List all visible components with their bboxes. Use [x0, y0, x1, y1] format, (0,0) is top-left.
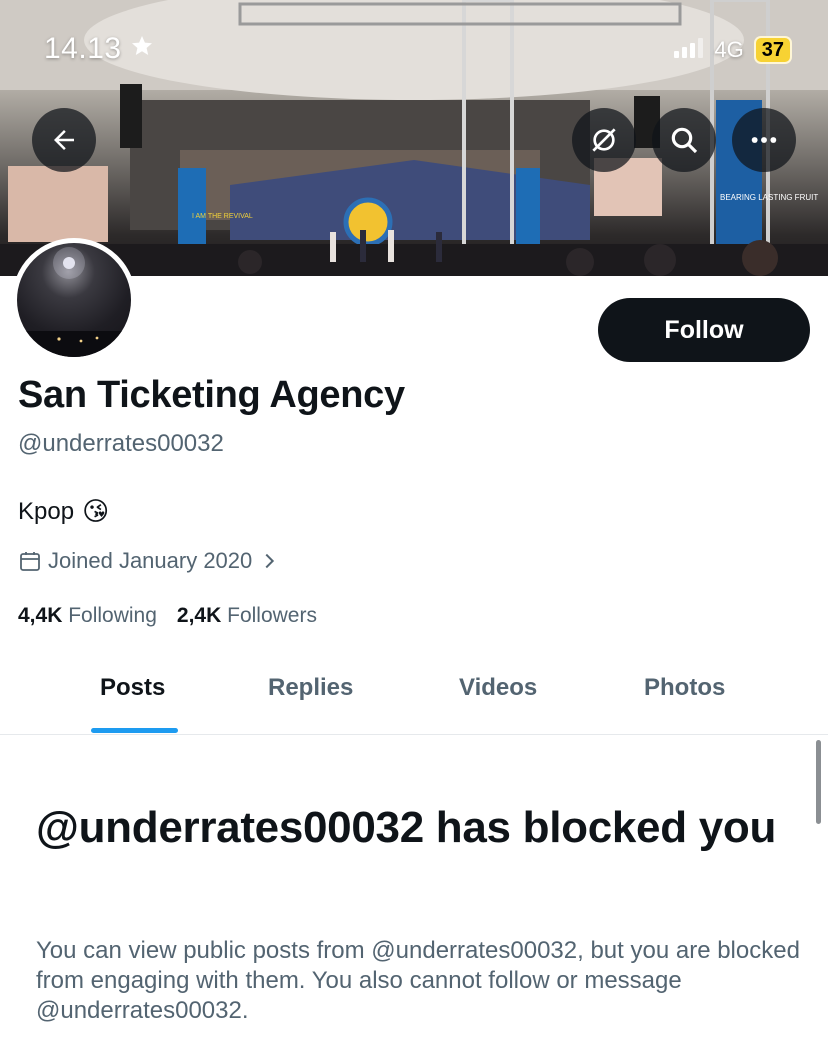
active-tab-indicator [91, 728, 178, 733]
search-button[interactable] [652, 108, 716, 172]
status-time: 14.13 [44, 32, 154, 66]
banner-sign-right: BEARING LASTING FRUIT [720, 193, 818, 202]
status-indicators: 4G 37 [674, 36, 792, 64]
tab-replies[interactable]: Replies [268, 674, 353, 702]
follow-button[interactable]: Follow [598, 298, 810, 362]
blocked-title: @underrates00032 has blocked you [36, 803, 777, 852]
scrollbar[interactable] [816, 740, 821, 824]
network-type: 4G [714, 37, 744, 62]
search-icon [671, 127, 698, 154]
profile-tabs: Posts Replies Videos Photos [0, 656, 828, 735]
tab-photos[interactable]: Photos [644, 674, 725, 702]
avatar-image [17, 247, 131, 357]
calendar-icon [20, 552, 40, 571]
joined-date[interactable]: Joined January 2020 [18, 548, 280, 574]
battery-level: 37 [753, 36, 792, 64]
tab-posts[interactable]: Posts [100, 674, 165, 702]
follow-stats: 4,4K Following 2,4K Followers [18, 604, 317, 628]
avatar[interactable] [12, 238, 136, 362]
chevron-right-icon [265, 553, 275, 569]
tab-videos[interactable]: Videos [459, 674, 537, 702]
display-name: San Ticketing Agency [18, 374, 405, 416]
back-button[interactable] [32, 108, 96, 172]
sync-off-icon [592, 128, 616, 152]
back-arrow-icon [54, 130, 74, 150]
bio-text: Kpop [18, 497, 75, 525]
followers-count: 2,4K [176, 604, 222, 627]
signal-icon [674, 37, 704, 63]
profile-handle: @underrates00032 [18, 430, 224, 457]
following-count: 4,4K [18, 604, 63, 627]
banner-sign-left: I AM THE REVIVAL [192, 213, 253, 220]
more-button[interactable] [732, 108, 796, 172]
sync-off-button[interactable] [572, 108, 636, 172]
blocked-description: You can view public posts from @underrat… [36, 937, 800, 1024]
joined-label: Joined January 2020 [48, 548, 253, 573]
following-link[interactable]: 4,4K Following [18, 604, 157, 628]
followers-label: Followers [227, 604, 317, 627]
kiss-emoji-icon: 😘 [82, 496, 110, 526]
following-label: Following [68, 604, 157, 627]
star-icon [130, 32, 154, 66]
header-banner[interactable]: I AM THE REVIVAL BEARING LASTING FRUIT 1… [0, 0, 828, 276]
more-icon [751, 137, 777, 143]
followers-link[interactable]: 2,4K Followers [177, 604, 317, 628]
profile-bio: Kpop 😘 [18, 496, 109, 527]
